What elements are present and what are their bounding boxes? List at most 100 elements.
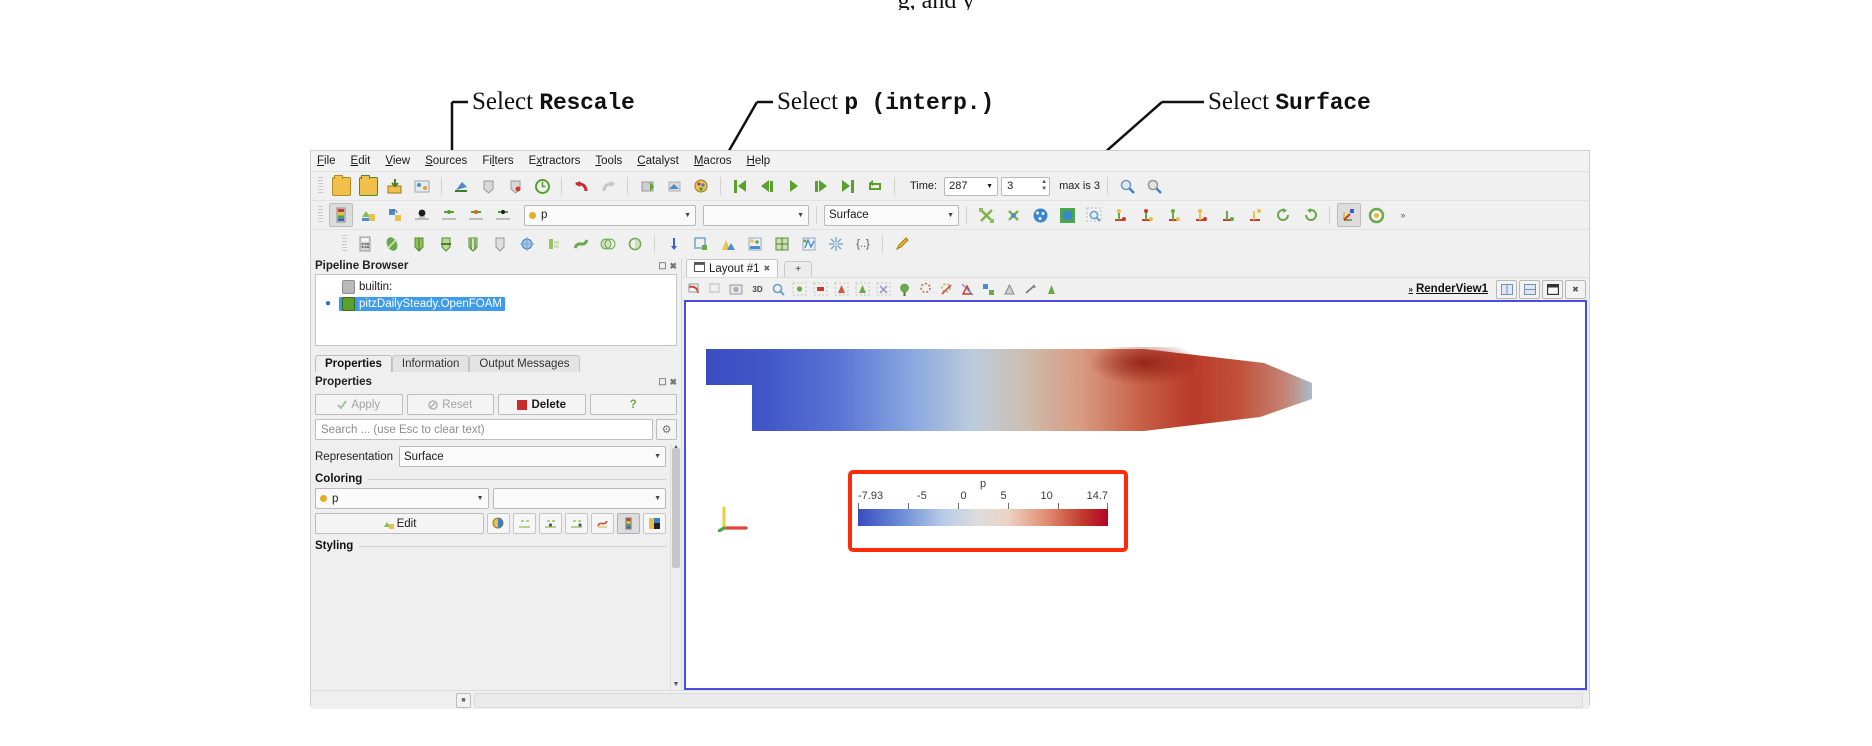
neg-x-icon[interactable] <box>1109 203 1133 227</box>
status-icon[interactable]: ■ <box>456 693 471 708</box>
list-item[interactable]: builtin: <box>316 278 676 295</box>
save-screenshot-icon[interactable] <box>410 174 434 198</box>
reset-camera-icon[interactable] <box>974 203 998 227</box>
color-by-combo[interactable]: p ▼ <box>524 205 696 226</box>
rubber-band-select-icon[interactable] <box>769 280 788 299</box>
menu-catalyst[interactable]: Catalyst <box>637 155 679 167</box>
rotate-90-cw-icon[interactable] <box>1298 203 1322 227</box>
representation-combo[interactable]: Surface ▼ <box>824 205 959 226</box>
clip-icon[interactable] <box>407 232 431 256</box>
rubber-band-zoom-icon[interactable] <box>1082 203 1106 227</box>
zoom-to-data-icon[interactable] <box>1001 203 1025 227</box>
undo-icon[interactable] <box>569 174 593 198</box>
center-of-rotation-icon[interactable] <box>1364 203 1388 227</box>
more-toolbar-icon[interactable]: » <box>1391 203 1415 227</box>
help-button[interactable]: ? <box>590 394 678 415</box>
shrink-selection-icon[interactable] <box>979 280 998 299</box>
edit-color-map-icon[interactable] <box>356 203 380 227</box>
rescale-custom-range-icon[interactable] <box>491 203 515 227</box>
zoom-out-icon[interactable] <box>1142 174 1166 198</box>
edit-color-map-button[interactable]: Edit <box>315 513 484 534</box>
scrollbar-thumb[interactable] <box>672 448 680 568</box>
extract-level-icon[interactable] <box>623 232 647 256</box>
warp-icon[interactable] <box>569 232 593 256</box>
coloring-array-select[interactable]: p ▼ <box>315 488 489 509</box>
rescale-over-time-icon[interactable] <box>591 513 614 534</box>
grow-selection-icon[interactable] <box>958 280 977 299</box>
toolbar-grip[interactable] <box>342 235 347 253</box>
redo-camera-icon[interactable] <box>662 174 686 198</box>
select-cells-icon[interactable] <box>811 280 830 299</box>
disconnect-icon[interactable] <box>476 174 500 198</box>
close-icon[interactable]: ✖ <box>669 377 677 388</box>
menu-file[interactable]: FFileile <box>317 155 336 167</box>
rescale-visible-icon[interactable] <box>565 513 588 534</box>
interact-mode-icon[interactable] <box>1042 280 1061 299</box>
rescale-custom-icon[interactable] <box>539 513 562 534</box>
reset-button[interactable]: Reset <box>407 394 495 415</box>
hover-cells-icon[interactable] <box>916 280 935 299</box>
spinner-arrows-icon[interactable]: ▲▼ <box>1041 179 1047 192</box>
pin-view-icon[interactable]: » <box>1409 285 1413 294</box>
undo-camera-icon[interactable] <box>685 280 704 299</box>
spreadsheet-icon[interactable] <box>770 232 794 256</box>
annotate-icon[interactable]: {..} <box>851 232 875 256</box>
gear-icon[interactable]: ⚙ <box>656 419 677 440</box>
parallel-coords-icon[interactable] <box>797 232 821 256</box>
python-calculator-icon[interactable] <box>824 232 848 256</box>
orientation-axes[interactable] <box>718 502 752 532</box>
delete-button[interactable]: Delete <box>498 394 586 415</box>
threshold-icon[interactable] <box>461 232 485 256</box>
menu-help[interactable]: Help <box>747 155 771 167</box>
menu-filters[interactable]: Filters <box>482 155 513 167</box>
zoom-closest-to-data-icon[interactable] <box>1055 203 1079 227</box>
menu-edit[interactable]: Edit <box>351 155 371 167</box>
representation-select[interactable]: Surface ▼ <box>399 446 666 467</box>
3d-2d-toggle-icon[interactable]: 3D <box>748 280 767 299</box>
float-icon[interactable]: ☐ <box>658 261 666 272</box>
stream-tracer-icon[interactable] <box>542 232 566 256</box>
pos-x-icon[interactable] <box>1136 203 1160 227</box>
toolbar-grip[interactable] <box>318 177 323 195</box>
rotate-90-ccw-icon[interactable] <box>1271 203 1295 227</box>
color-legend-icon[interactable] <box>329 203 353 227</box>
tab-properties[interactable]: Properties <box>315 355 392 372</box>
menu-macros[interactable]: Macros <box>694 155 732 167</box>
redo-icon[interactable] <box>596 174 620 198</box>
contour-icon[interactable] <box>380 232 404 256</box>
calculator-icon[interactable] <box>353 232 377 256</box>
pos-z-icon[interactable] <box>1244 203 1268 227</box>
reset-session-icon[interactable] <box>530 174 554 198</box>
save-data-icon[interactable] <box>383 174 407 198</box>
list-item[interactable]: ● pitzDailySteady.OpenFOAM <box>316 295 676 312</box>
pipeline-node-pitzdaily[interactable]: pitzDailySteady.OpenFOAM <box>339 297 505 311</box>
redo-camera-icon[interactable] <box>706 280 725 299</box>
last-frame-icon[interactable] <box>836 174 860 198</box>
rescale-visible-icon[interactable] <box>464 203 488 227</box>
edit-icon[interactable] <box>890 232 914 256</box>
rescale-to-data-icon[interactable] <box>410 203 434 227</box>
extract-subset-icon[interactable] <box>488 232 512 256</box>
select-custom-icon[interactable] <box>1021 280 1040 299</box>
select-points-icon[interactable] <box>790 280 809 299</box>
maximize-icon[interactable] <box>1542 280 1563 299</box>
search-input[interactable]: Search ... (use Esc to clear text) <box>315 419 653 440</box>
clear-selection-icon[interactable] <box>937 280 956 299</box>
previous-frame-icon[interactable] <box>755 174 779 198</box>
select-frustum-icon[interactable] <box>832 280 851 299</box>
frame-spinbox[interactable]: 3 ▲▼ <box>1001 177 1050 196</box>
open-file-icon[interactable] <box>329 174 353 198</box>
histogram-icon[interactable] <box>716 232 740 256</box>
edit-color-legend-icon[interactable] <box>643 513 666 534</box>
scatter-plot-icon[interactable] <box>743 232 767 256</box>
toolbar-grip[interactable] <box>318 206 323 224</box>
next-frame-icon[interactable] <box>809 174 833 198</box>
split-horizontal-icon[interactable] <box>1496 280 1517 299</box>
visibility-toggle[interactable]: ● <box>322 298 334 309</box>
pos-y-icon[interactable] <box>1190 203 1214 227</box>
slice-icon[interactable] <box>434 232 458 256</box>
scroll-down-icon[interactable]: ▼ <box>671 681 681 690</box>
reset-camera-closest-icon[interactable] <box>1028 203 1052 227</box>
zoom-in-icon[interactable] <box>1115 174 1139 198</box>
select-polygon-icon[interactable] <box>1000 280 1019 299</box>
